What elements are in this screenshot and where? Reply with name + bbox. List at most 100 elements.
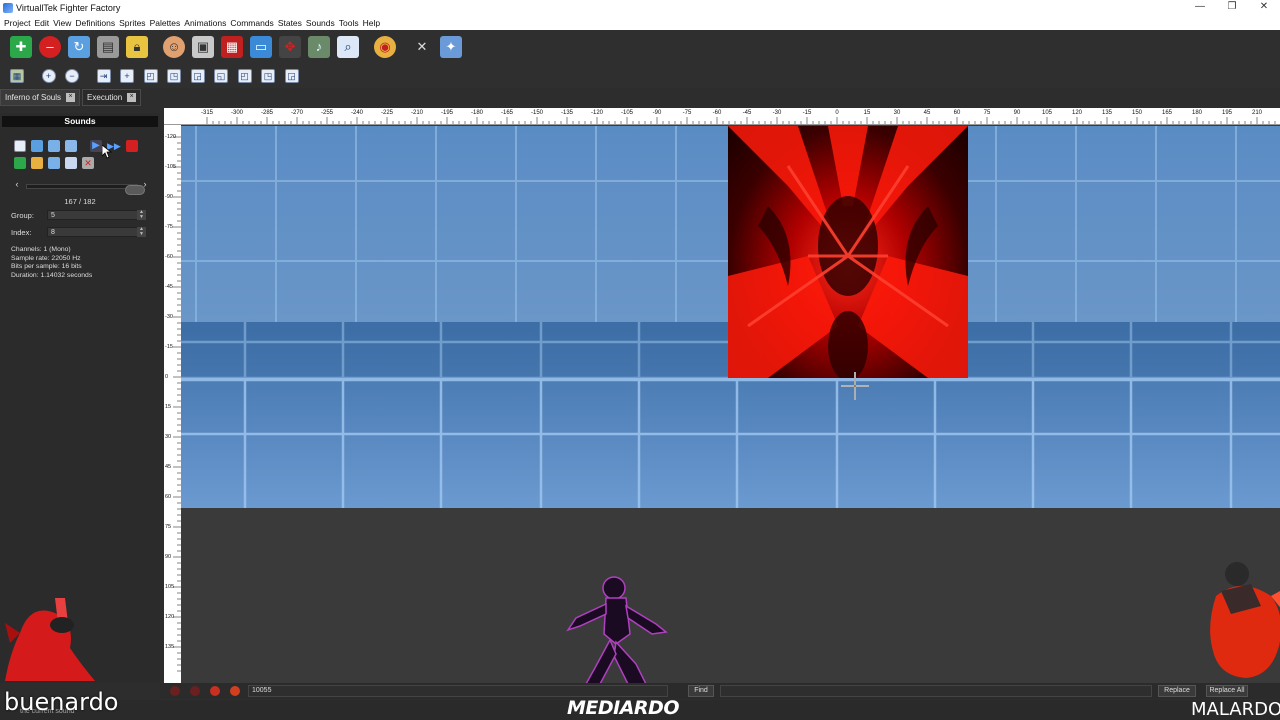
ruler-x-label: -120	[590, 110, 604, 116]
stop-icon[interactable]	[126, 140, 138, 152]
menu-states[interactable]: States	[276, 18, 304, 28]
replace-all-button[interactable]: Replace All	[1206, 685, 1248, 697]
save-all-icon[interactable]	[65, 140, 77, 152]
menu-sounds[interactable]: Sounds	[304, 18, 337, 28]
add-icon[interactable]: +	[120, 68, 134, 83]
tab-execution[interactable]: Execution ×	[82, 89, 142, 106]
undo-icon[interactable]	[210, 686, 220, 696]
ruler-x-label: -45	[742, 110, 752, 116]
export-icon[interactable]	[65, 157, 77, 169]
frame-6-icon[interactable]: ◳	[261, 68, 275, 83]
open-sound-icon[interactable]	[31, 140, 43, 152]
window-title: VirtuallTek Fighter Factory	[16, 3, 121, 13]
ruler-x-label: 75	[983, 110, 991, 116]
menu-view[interactable]: View	[51, 18, 73, 28]
ruler-y-label: -15	[165, 344, 173, 350]
tools-icon[interactable]: ✕	[411, 36, 433, 58]
menu-tools[interactable]: Tools	[337, 18, 361, 28]
waveform-icon[interactable]	[48, 157, 60, 169]
group-stepper[interactable]: ▲ ▼	[137, 210, 146, 220]
ruler-x-label: 180	[1191, 110, 1203, 116]
ruler-y-label: 135	[165, 644, 175, 650]
characters-icon[interactable]: ☺	[163, 35, 185, 58]
frame-3-icon[interactable]: ◲	[190, 68, 205, 83]
close-icon[interactable]: ×	[66, 93, 76, 102]
ruler-left: -120 -105 -90 -75 -60 -45 -30 -15 0 15 30 45 60 75 90 1…	[164, 125, 181, 683]
sprite-viewport[interactable]: -315 -300 -285 -270 -255 -240 -225 -210 -195 -180…	[164, 108, 1280, 683]
menu-project[interactable]: Project	[2, 18, 32, 28]
align-icon[interactable]: ⇥	[96, 68, 111, 83]
orange-mascot-image	[1210, 562, 1280, 678]
restore-button[interactable]: ❐	[1216, 0, 1248, 16]
effects-icon[interactable]: ✦	[440, 35, 462, 58]
overlay-left-label: buenardo	[4, 688, 119, 716]
mute-icon[interactable]: ✕	[82, 157, 94, 169]
zoom-out-icon[interactable]: −	[65, 68, 79, 83]
app-icon	[3, 3, 13, 13]
open-icon[interactable]: ↻	[68, 35, 90, 58]
menu-palettes[interactable]: Palettes	[148, 18, 183, 28]
menu-edit[interactable]: Edit	[32, 18, 51, 28]
frame-2-icon[interactable]: ◳	[167, 68, 181, 83]
ruler-x-label: -225	[380, 110, 394, 116]
ruler-y-label: 90	[165, 554, 172, 560]
menu-definitions[interactable]: Definitions	[73, 18, 117, 28]
back-icon[interactable]	[190, 686, 200, 696]
new-sound-icon[interactable]	[14, 140, 26, 152]
ruler-x-label: -255	[320, 110, 334, 116]
save-sound-icon[interactable]	[48, 140, 60, 152]
animations-icon[interactable]: ▦	[221, 35, 243, 58]
joystick-icon[interactable]: ✥	[279, 35, 301, 58]
ruler-x-label: 90	[1013, 110, 1021, 116]
edit-sound-icon[interactable]	[31, 157, 43, 169]
menu-sprites[interactable]: Sprites	[117, 18, 147, 28]
ruler-y-label: 60	[165, 494, 172, 500]
menu-commands[interactable]: Commands	[228, 18, 275, 28]
search-image-icon[interactable]: ⌕	[337, 35, 359, 58]
sound-slider[interactable]: ‹ ›	[12, 179, 152, 195]
channels-info: Channels: 1 (Mono)	[11, 246, 71, 253]
slider-prev-icon[interactable]: ‹	[12, 179, 22, 191]
sprites-icon[interactable]: ▣	[192, 35, 214, 58]
replace-button[interactable]: Replace	[1158, 685, 1196, 697]
group-field[interactable]: 5	[47, 210, 146, 220]
index-stepper[interactable]: ▲ ▼	[137, 227, 146, 237]
slider-track[interactable]	[26, 184, 145, 195]
window-icon[interactable]: ▭	[250, 35, 272, 58]
menu-help[interactable]: Help	[361, 18, 382, 28]
menu-animations[interactable]: Animations	[182, 18, 228, 28]
palette-icon[interactable]: ◉	[374, 35, 396, 58]
ruler-x-label: -315	[200, 110, 214, 116]
ruler-y-label: 120	[165, 614, 175, 620]
play-icon[interactable]: ▶	[90, 140, 102, 152]
index-field[interactable]: 8	[47, 227, 146, 237]
bits-info: Bits per sample: 16 bits	[11, 263, 82, 271]
refresh-icon[interactable]	[230, 686, 240, 696]
ruler-x-label: 120	[1071, 110, 1083, 116]
zoom-in-icon[interactable]: +	[41, 68, 56, 83]
close-icon[interactable]: ×	[127, 93, 137, 102]
save-icon[interactable]: ▤	[97, 35, 119, 58]
slider-next-icon[interactable]: ›	[140, 179, 150, 191]
panel-title: Sounds	[2, 116, 158, 127]
minimize-button[interactable]: —	[1184, 0, 1216, 16]
search-input[interactable]: 10055	[248, 685, 668, 697]
close-project-icon[interactable]: –	[39, 35, 61, 58]
lock-icon[interactable]: 🔒︎	[126, 35, 148, 58]
close-window-button[interactable]: ✕	[1248, 0, 1280, 16]
calculator-icon[interactable]: ▦	[10, 68, 24, 83]
duration-info: Duration: 1.14032 seconds	[11, 272, 93, 280]
frame-5-icon[interactable]: ◰	[237, 68, 252, 83]
frame-1-icon[interactable]: ◰	[143, 68, 158, 83]
frame-4-icon[interactable]: ◱	[214, 68, 228, 83]
clear-icon[interactable]	[170, 686, 180, 696]
import-icon[interactable]	[14, 157, 26, 169]
new-project-icon[interactable]: ✚	[10, 35, 32, 58]
ruler-y-label: -105	[165, 164, 177, 170]
tab-inferno-of-souls[interactable]: Inferno of Souls ×	[0, 89, 81, 106]
find-button[interactable]: Find	[688, 685, 714, 697]
frame-7-icon[interactable]: ◲	[284, 68, 299, 83]
replace-input[interactable]	[720, 685, 1152, 697]
empty-canvas-area	[181, 508, 1280, 683]
sounds-icon[interactable]: ♪	[308, 35, 330, 58]
